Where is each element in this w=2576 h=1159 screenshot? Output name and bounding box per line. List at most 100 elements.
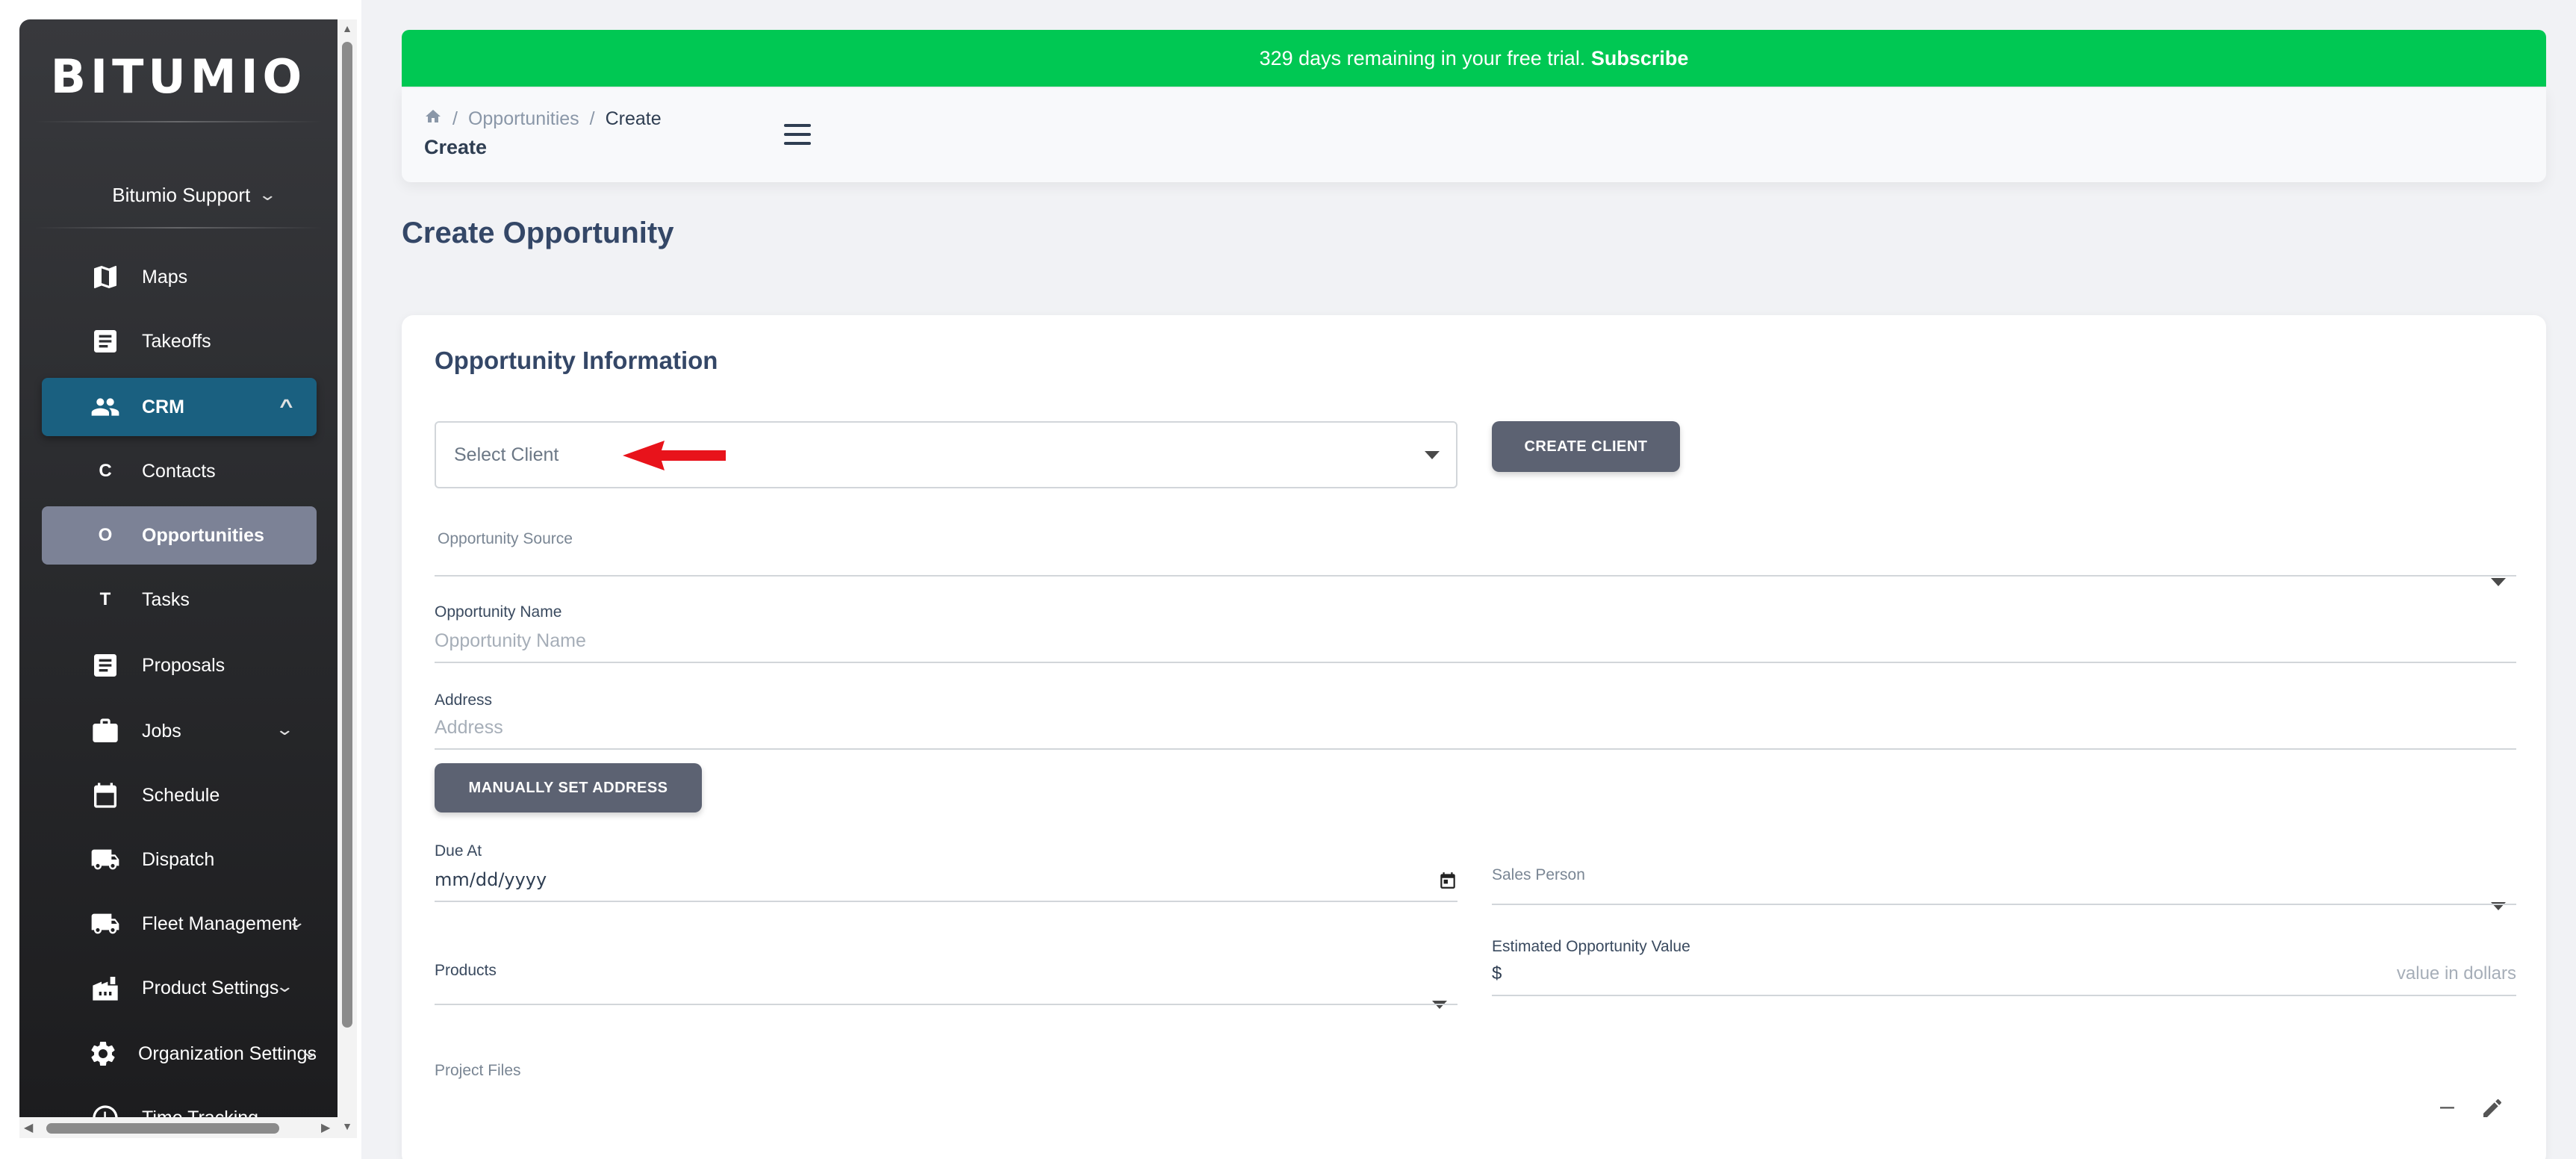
- section-title: Opportunity Information: [435, 347, 718, 374]
- due-at-date-input[interactable]: mm/dd/yyyy: [435, 863, 1457, 901]
- sidebar-item-label: Maps: [142, 266, 188, 288]
- divider: [34, 121, 323, 122]
- breadcrumb-opportunities[interactable]: Opportunities: [468, 108, 579, 130]
- address-label: Address: [435, 692, 493, 709]
- breadcrumb-separator: /: [452, 108, 458, 129]
- sidebar-item-letter: O: [98, 525, 113, 545]
- breadcrumb: / Opportunities / Create: [424, 108, 662, 131]
- dropdown-caret-icon: [2491, 578, 2506, 586]
- sidebar-item-label: Takeoffs: [142, 330, 211, 352]
- field-underline: [1492, 995, 2516, 996]
- sidebar-item-label: Tasks: [142, 588, 190, 610]
- sidebar-item-opportunities[interactable]: O Opportunities: [42, 506, 317, 565]
- user-name: Bitumio Support: [112, 183, 251, 206]
- field-underline: [435, 1004, 1457, 1005]
- sidebar-item-label: Jobs: [142, 720, 181, 742]
- products-label: Products: [435, 962, 497, 979]
- sales-person-select[interactable]: [1492, 887, 2516, 925]
- sidebar-item-product-settings[interactable]: Product Settings ⌄: [42, 959, 317, 1017]
- currency-symbol: $: [1492, 963, 1502, 984]
- home-icon[interactable]: [424, 108, 442, 131]
- sidebar-item-organization-settings[interactable]: Organization Settings ⌄: [42, 1025, 320, 1083]
- sidebar-item-tasks[interactable]: T Tasks: [42, 571, 317, 629]
- address-placeholder: Address: [435, 717, 503, 738]
- edit-pencil-icon[interactable]: [2480, 1096, 2504, 1126]
- sales-person-label: Sales Person: [1492, 866, 1585, 883]
- sidebar-item-label: Contacts: [142, 460, 216, 482]
- user-menu[interactable]: Bitumio Support ⌄: [19, 173, 337, 217]
- red-arrow-annotation-icon: [623, 441, 726, 470]
- sidebar-item-label: Proposals: [142, 654, 225, 676]
- divider: [34, 227, 323, 229]
- chevron-down-icon: ⌄: [274, 720, 294, 739]
- address-input[interactable]: Address: [435, 711, 2516, 748]
- sidebar-item-contacts[interactable]: C Contacts: [42, 442, 317, 500]
- project-files-label: Project Files: [435, 1062, 521, 1079]
- sidebar-item-dispatch[interactable]: Dispatch: [42, 830, 317, 889]
- products-select[interactable]: [435, 980, 1457, 1017]
- factory-icon: [87, 973, 124, 1003]
- scrollbar-thumb[interactable]: [46, 1123, 279, 1134]
- select-client-dropdown[interactable]: Select Client: [435, 421, 1457, 488]
- sidebar-item-jobs[interactable]: Jobs ⌄: [42, 702, 317, 760]
- scroll-right-icon[interactable]: ▶: [321, 1120, 330, 1135]
- opportunity-source-label: Opportunity Source: [438, 530, 573, 547]
- sidebar-item-letter: T: [99, 589, 111, 609]
- scrollbar-thumb[interactable]: [342, 42, 352, 1028]
- logo: BITUMIO: [50, 49, 307, 104]
- minimize-icon[interactable]: –: [2440, 1092, 2454, 1121]
- breadcrumb-title: Create: [424, 136, 488, 158]
- sidebar-item-letter: C: [99, 461, 112, 481]
- scroll-down-icon[interactable]: ▼: [342, 1120, 352, 1132]
- sidebar-item-schedule[interactable]: Schedule: [42, 766, 317, 824]
- document-icon: [87, 326, 124, 356]
- sidebar-horizontal-scrollbar[interactable]: ◀ ▶: [19, 1117, 337, 1138]
- truck-icon: [87, 845, 124, 874]
- chevron-down-icon: ⌄: [258, 185, 278, 204]
- page-title: Create Opportunity: [402, 217, 674, 249]
- due-at-label: Due At: [435, 842, 482, 860]
- estimated-value-input[interactable]: $ value in dollars: [1492, 957, 2516, 995]
- sidebar-item-label: Product Settings: [142, 977, 279, 998]
- opportunity-form-card: Opportunity Information Select Client CR…: [402, 315, 2546, 1159]
- opportunity-name-input[interactable]: Opportunity Name: [435, 624, 2516, 662]
- sidebar-item-fleet-management[interactable]: Fleet Management ⌄: [42, 895, 317, 953]
- create-client-button[interactable]: CREATE CLIENT: [1492, 421, 1680, 472]
- field-underline: [1492, 904, 2516, 905]
- sidebar-vertical-scrollbar[interactable]: ▲ ▼: [337, 19, 357, 1138]
- calendar-icon: [87, 780, 124, 810]
- sidebar-item-takeoffs[interactable]: Takeoffs: [42, 312, 317, 370]
- breadcrumb-separator: /: [589, 108, 595, 129]
- trial-banner: 329 days remaining in your free trial. S…: [402, 30, 2546, 87]
- opportunity-name-label: Opportunity Name: [435, 603, 562, 621]
- gear-icon: [87, 1039, 120, 1069]
- briefcase-icon: [87, 716, 124, 746]
- sidebar-item-label: Opportunities: [142, 524, 264, 546]
- scroll-left-icon[interactable]: ◀: [24, 1120, 33, 1135]
- manually-set-address-button[interactable]: MANUALLY SET ADDRESS: [435, 763, 702, 812]
- opportunity-name-placeholder: Opportunity Name: [435, 630, 586, 651]
- chevron-up-icon: ˄: [279, 394, 293, 413]
- estimated-value-hint: value in dollars: [2396, 963, 2516, 984]
- field-underline: [435, 901, 1457, 902]
- field-underline: [435, 575, 2516, 577]
- sidebar: BITUMIO Bitumio Support ⌄ Maps Takeoffs …: [19, 19, 337, 1138]
- due-at-value: mm/dd/yyyy: [435, 869, 547, 890]
- estimated-value-label: Estimated Opportunity Value: [1492, 938, 1690, 955]
- truck-icon: [87, 909, 124, 939]
- calendar-icon[interactable]: [1438, 871, 1457, 894]
- subscribe-link[interactable]: Subscribe: [1591, 47, 1689, 69]
- opportunity-source-select[interactable]: [435, 554, 2516, 591]
- chevron-down-icon: ⌄: [286, 913, 306, 931]
- sidebar-item-proposals[interactable]: Proposals: [42, 636, 317, 695]
- sidebar-item-label: CRM: [142, 396, 184, 417]
- people-icon: [87, 392, 124, 422]
- sidebar-item-maps[interactable]: Maps: [42, 248, 317, 306]
- field-underline: [435, 662, 2516, 663]
- top-navbar: / Opportunities / Create Create: [402, 88, 2546, 182]
- sidebar-item-crm[interactable]: CRM ˄: [42, 378, 317, 436]
- scroll-up-icon[interactable]: ▲: [342, 22, 352, 34]
- field-underline: [435, 748, 2516, 750]
- hamburger-menu-icon[interactable]: [781, 119, 814, 149]
- select-client-placeholder: Select Client: [454, 444, 559, 465]
